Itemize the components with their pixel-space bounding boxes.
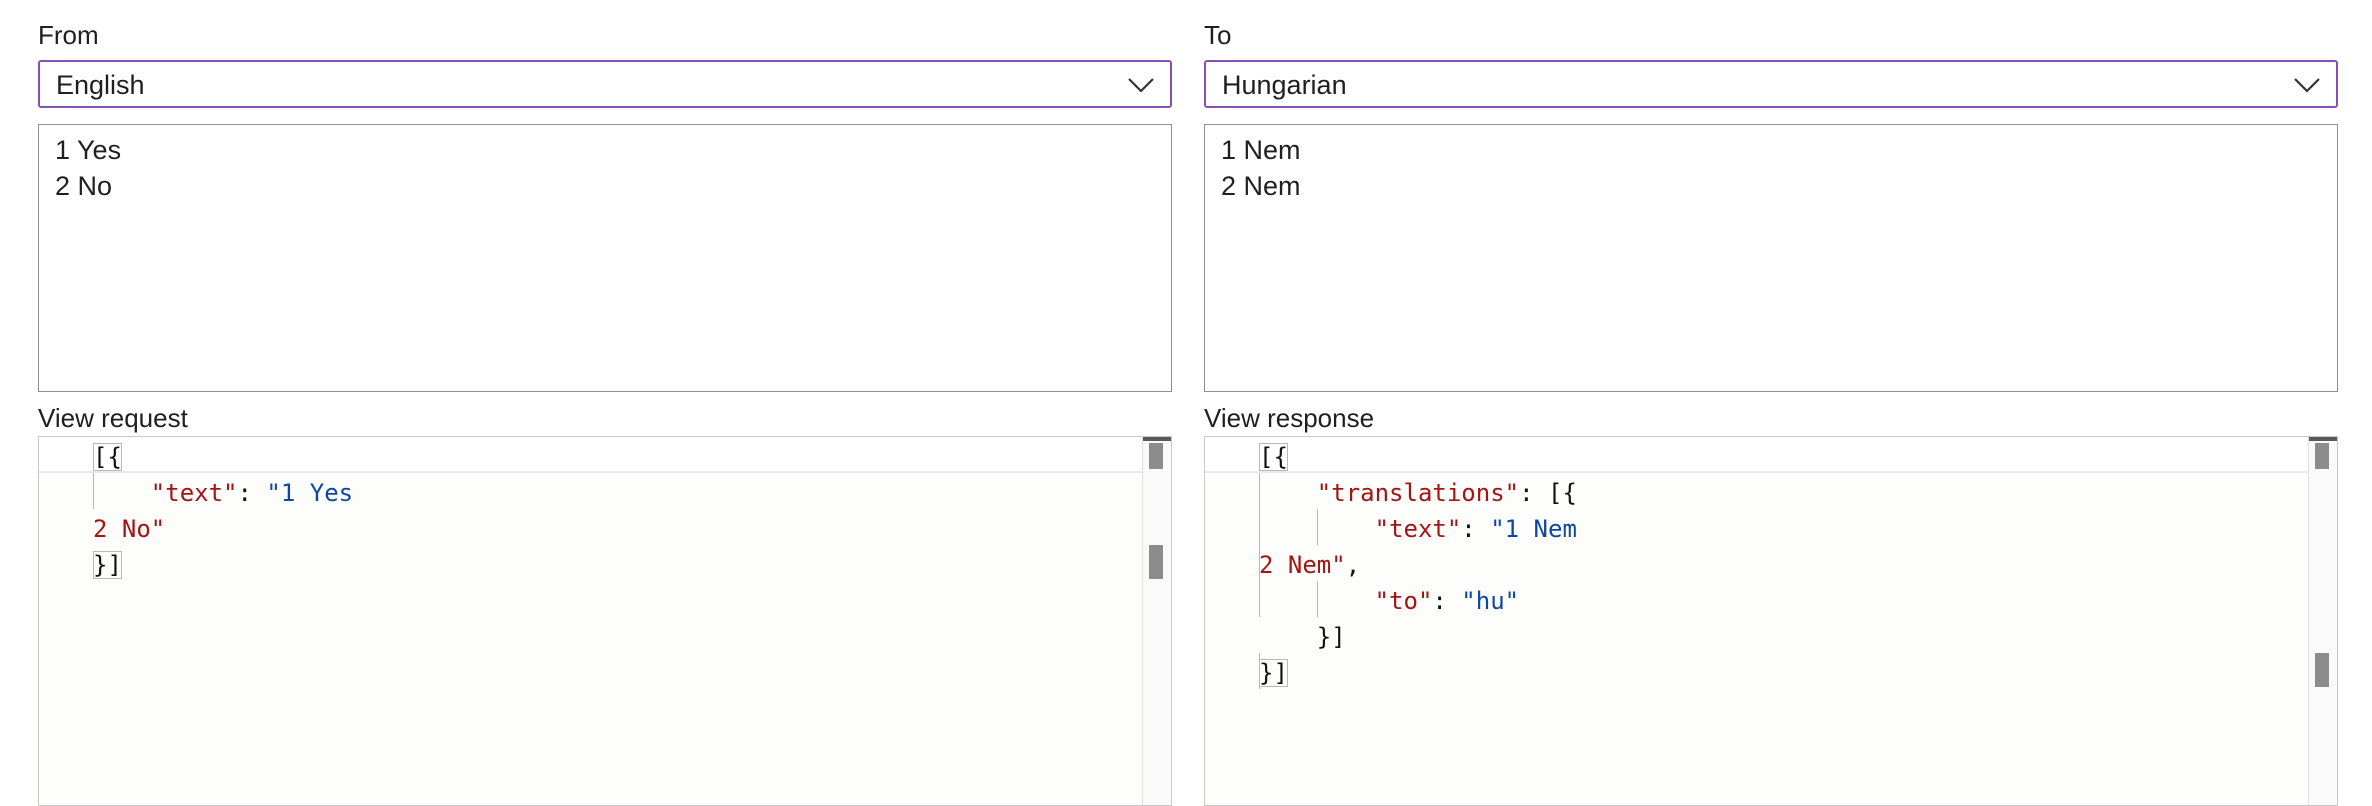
to-label: To [1204, 20, 1232, 50]
source-text-input[interactable]: 1 Yes 2 No [38, 124, 1172, 392]
request-scrollbar[interactable] [1142, 437, 1171, 805]
from-label: From [38, 20, 99, 50]
target-panel: To Hungarian 1 Nem 2 Nem View response [… [1204, 0, 2338, 806]
view-request-label: View request [38, 403, 188, 433]
from-language-select[interactable]: English [38, 60, 1172, 108]
scrollbar-marker [2315, 653, 2329, 687]
request-json: [{ "text": "1 Yes 2 No" }] [93, 443, 354, 579]
translated-text-output[interactable]: 1 Nem 2 Nem [1204, 124, 2338, 392]
to-language-select[interactable]: Hungarian [1204, 60, 2338, 108]
response-scrollbar[interactable] [2308, 437, 2337, 805]
chevron-down-icon [2294, 78, 2320, 93]
from-language-value: English [56, 70, 145, 100]
chevron-down-icon [1128, 78, 1154, 93]
scrollbar-thumb[interactable] [2315, 443, 2329, 469]
scrollbar-thumb[interactable] [1149, 443, 1163, 469]
response-json: [{ "translations": [{ "text": "1 Nem 2 N… [1259, 443, 1577, 687]
source-panel: From English 1 Yes 2 No View request [{ … [38, 0, 1172, 806]
response-code-editor[interactable]: [{ "translations": [{ "text": "1 Nem 2 N… [1204, 436, 2338, 806]
scrollbar-top-indicator [1143, 437, 1171, 441]
to-language-value: Hungarian [1222, 70, 1347, 100]
request-code-editor[interactable]: [{ "text": "1 Yes 2 No" }] [38, 436, 1172, 806]
scrollbar-marker [1149, 545, 1163, 579]
view-response-label: View response [1204, 403, 1375, 433]
scrollbar-top-indicator [2309, 437, 2337, 441]
